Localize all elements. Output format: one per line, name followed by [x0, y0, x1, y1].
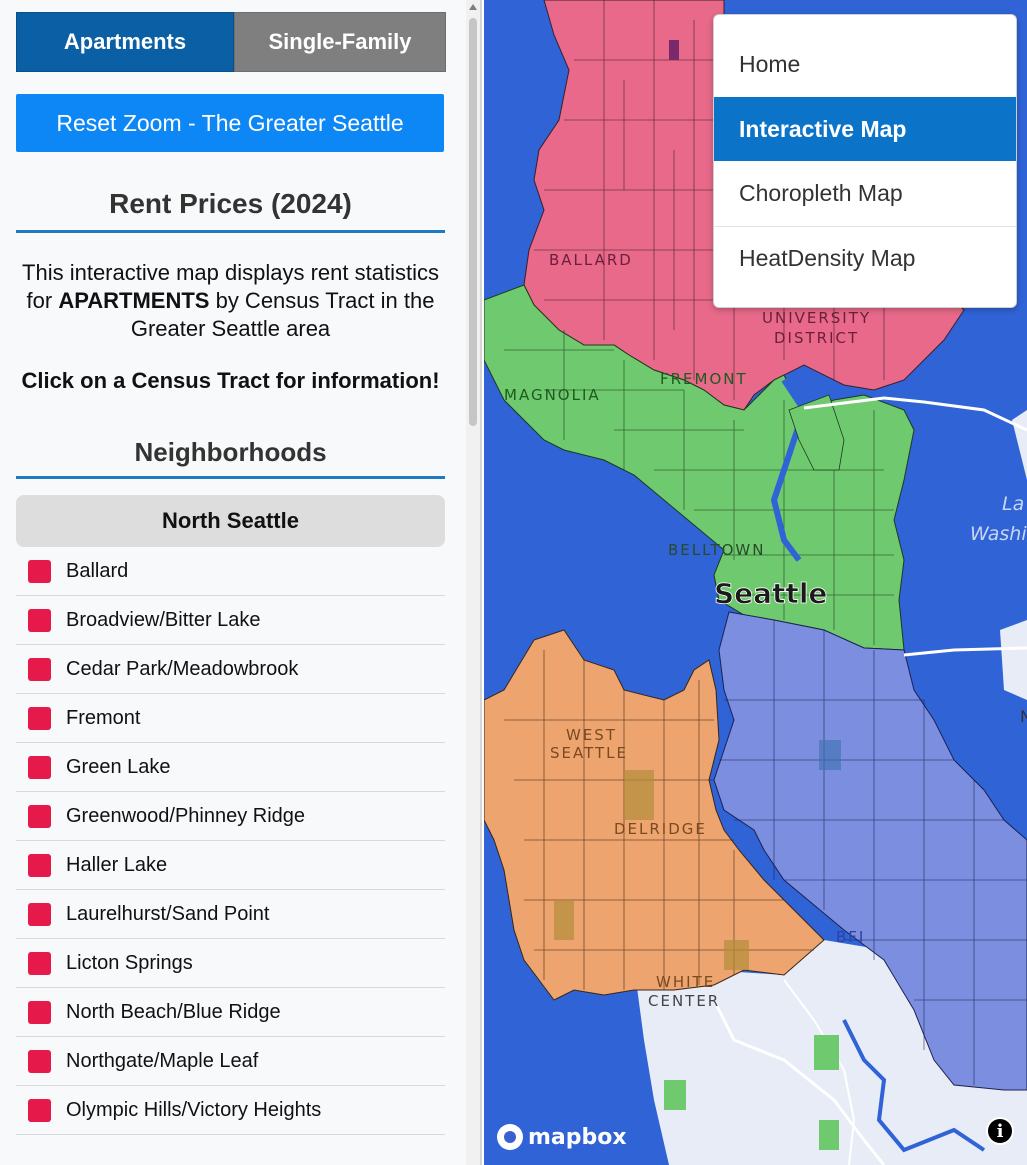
color-swatch	[28, 608, 51, 632]
neighborhood-item[interactable]: North Beach/Blue Ridge	[16, 988, 445, 1037]
label-white: WHITE	[656, 973, 715, 991]
label-east-edge: N	[1020, 707, 1027, 726]
neighborhood-label: North Beach/Blue Ridge	[66, 1000, 281, 1023]
sidebar-scrollbar[interactable]	[466, 0, 480, 1165]
color-swatch	[28, 1000, 51, 1024]
neighborhood-label: Greenwood/Phinney Ridge	[66, 804, 306, 827]
park-patch	[664, 1080, 686, 1110]
nav-item-heatdensity-map[interactable]: HeatDensity Map	[714, 226, 1016, 290]
color-swatch	[28, 853, 51, 877]
label-fremont: FREMONT	[660, 370, 748, 388]
region-header-north-seattle[interactable]: North Seattle	[16, 495, 445, 547]
park-patch	[819, 740, 841, 770]
label-delridge: DELRIDGE	[614, 820, 707, 838]
color-swatch	[28, 706, 51, 730]
color-swatch	[28, 951, 51, 975]
neighborhood-label: Haller Lake	[66, 853, 168, 876]
label-center: CENTER	[648, 992, 720, 1010]
color-swatch	[28, 804, 51, 828]
reset-zoom-button[interactable]: Reset Zoom - The Greater Seattle	[16, 94, 444, 152]
label-west: WEST	[566, 726, 617, 744]
neighborhood-label: Olympic Hills/Victory Heights	[66, 1098, 322, 1121]
scrollbar-thumb[interactable]	[469, 18, 477, 426]
neighborhood-label: Northgate/Maple Leaf	[66, 1049, 259, 1072]
neighborhoods-title: Neighborhoods	[16, 437, 445, 479]
color-swatch	[28, 1098, 51, 1122]
mapbox-logo-icon	[497, 1124, 523, 1150]
tab-apartments[interactable]: Apartments	[16, 12, 234, 72]
neighborhood-item[interactable]: Licton Springs	[16, 939, 445, 988]
label-magnolia: MAGNOLIA	[504, 386, 601, 404]
neighborhood-item[interactable]: Ballard	[16, 547, 445, 596]
neighborhood-label: Green Lake	[66, 755, 171, 778]
park-patch	[624, 770, 654, 820]
color-swatch	[28, 755, 51, 779]
park-patch	[819, 1120, 839, 1150]
label-lake-washington-2: Washi	[970, 523, 1027, 545]
park-patch	[554, 900, 574, 940]
neighborhood-label: Broadview/Bitter Lake	[66, 608, 261, 631]
neighborhood-item[interactable]: Laurelhurst/Sand Point	[16, 890, 445, 939]
map-description: This interactive map displays rent stati…	[16, 259, 445, 343]
color-swatch	[28, 1049, 51, 1073]
mapbox-logo[interactable]: mapbox	[497, 1124, 627, 1150]
neighborhood-label: Fremont	[66, 706, 141, 729]
neighborhood-item[interactable]: Greenwood/Phinney Ridge	[16, 792, 445, 841]
neighborhood-item[interactable]: Haller Lake	[16, 841, 445, 890]
nav-dropdown-menu: Home Interactive Map Choropleth Map Heat…	[713, 14, 1017, 308]
mapbox-logo-text: mapbox	[528, 1124, 627, 1150]
neighborhood-label: Licton Springs	[66, 951, 193, 974]
sidebar: Apartments Single-Family Reset Zoom - Th…	[0, 0, 482, 1165]
nav-item-interactive-map[interactable]: Interactive Map	[714, 97, 1016, 161]
label-seattle: Seattle	[714, 577, 827, 610]
nav-item-home[interactable]: Home	[714, 32, 1016, 96]
label-belltown: BELLTOWN	[668, 541, 765, 559]
label-bfi: BFI	[836, 928, 865, 946]
click-instruction: Click on a Census Tract for information!	[21, 368, 440, 393]
neighborhood-item[interactable]: Olympic Hills/Victory Heights	[16, 1086, 445, 1135]
neighborhood-item[interactable]: Fremont	[16, 694, 445, 743]
neighborhood-label: Cedar Park/Meadowbrook	[66, 657, 299, 680]
label-west-seattle: SEATTLE	[550, 744, 628, 762]
neighborhood-item[interactable]: Green Lake	[16, 743, 445, 792]
neighborhood-item[interactable]: Northgate/Maple Leaf	[16, 1037, 445, 1086]
park-patch	[724, 940, 749, 970]
label-university: UNIVERSITY	[762, 309, 871, 327]
color-swatch	[28, 657, 51, 681]
lake-patch	[669, 40, 679, 60]
info-icon[interactable]: i	[986, 1117, 1014, 1145]
tab-single-family[interactable]: Single-Family	[234, 12, 446, 72]
label-district: DISTRICT	[774, 329, 859, 347]
housing-type-tabs: Apartments Single-Family	[16, 12, 446, 72]
nav-item-choropleth-map[interactable]: Choropleth Map	[714, 161, 1016, 225]
neighborhood-item[interactable]: Broadview/Bitter Lake	[16, 596, 445, 645]
scroll-up-arrow-icon[interactable]	[469, 4, 477, 10]
section-title: Rent Prices (2024)	[16, 188, 445, 233]
label-lake-washington-1: La	[1002, 493, 1024, 515]
color-swatch	[28, 559, 51, 583]
neighborhood-label: Ballard	[66, 559, 129, 582]
east-land-patch	[1000, 620, 1027, 700]
label-ballard: BALLARD	[549, 251, 633, 269]
park-patch	[814, 1035, 839, 1070]
color-swatch	[28, 902, 51, 926]
neighborhood-label: Laurelhurst/Sand Point	[66, 902, 270, 925]
neighborhood-list: Ballard Broadview/Bitter Lake Cedar Park/M…	[16, 547, 445, 1135]
neighborhood-item[interactable]: Cedar Park/Meadowbrook	[16, 645, 445, 694]
description-emphasis: APARTMENTS	[58, 288, 210, 313]
